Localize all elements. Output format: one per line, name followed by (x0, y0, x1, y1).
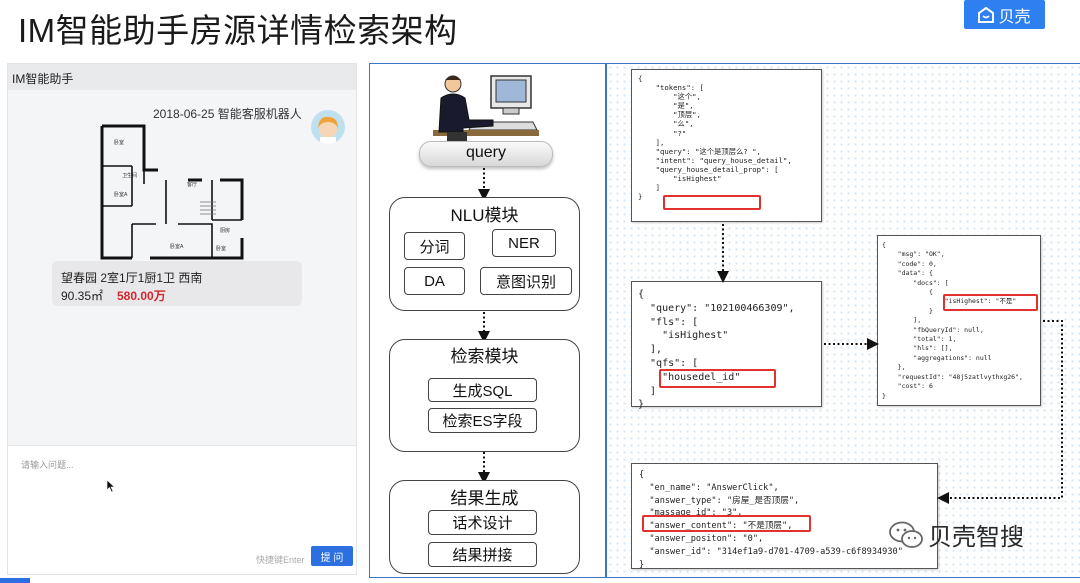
svg-text:卧室A: 卧室A (170, 243, 184, 250)
floor-plan-image: 卧室 卫生间 卧室A 客厅 厨房 卧室A 卧室 (100, 124, 244, 260)
listing-name: 望春园 2室1厅1厨1卫 西南 (61, 271, 203, 285)
svg-text:卧室A: 卧室A (114, 191, 128, 198)
slide-title: IM智能助手房源详情检索架构 (18, 12, 458, 49)
message-input-area[interactable]: 请输入问题... 快捷键Enter 提 问 (8, 445, 356, 574)
bot-avatar (311, 110, 345, 144)
nlu-module: NLU模块 分词 NER DA 意图识别 (389, 197, 580, 311)
nlu-module-title: NLU模块 (450, 206, 519, 225)
svg-text:卧室: 卧室 (114, 139, 124, 146)
search-module: 检索模块 生成SQL 检索ES字段 (389, 339, 580, 452)
brand-logo-text: 贝壳 (998, 8, 1031, 26)
listing-card[interactable]: 望春园 2室1厅1厨1卫 西南 90.35㎡ 580.00万 (52, 261, 302, 306)
svg-text:厨房: 厨房 (220, 227, 230, 234)
wechat-watermark: 贝壳智搜 (888, 517, 1024, 552)
response-design-box: 话术设计 (428, 510, 537, 535)
result-generation-module: 结果生成 话术设计 结果拼接 (389, 480, 580, 574)
house-icon (978, 6, 995, 23)
brand-logo: 贝壳 (964, 0, 1045, 29)
listing-price: 580.00万 (117, 289, 166, 303)
dialog-act-box: DA (404, 267, 465, 295)
ask-button[interactable]: 提 问 (311, 546, 353, 566)
result-generation-title: 结果生成 (450, 489, 519, 508)
generate-sql-box: 生成SQL (428, 378, 537, 402)
corner-accent (0, 578, 30, 583)
shortcut-hint: 快捷键Enter (256, 555, 305, 565)
mouse-cursor-icon (106, 479, 116, 493)
result-assembly-box: 结果拼接 (428, 542, 537, 567)
svg-text:卫生间: 卫生间 (122, 172, 137, 179)
tokenization-box: 分词 (404, 232, 465, 260)
processing-flow-panel: query NLU模块 分词 NER DA 意图识别 检索模块 生成SQL 检索… (369, 63, 606, 578)
avatar-face-icon (318, 116, 338, 144)
chat-header: IM智能助手 (8, 64, 356, 90)
search-module-title: 检索模块 (450, 347, 519, 366)
search-es-fields-box: 检索ES字段 (428, 408, 537, 433)
chat-screen-mockup: IM智能助手 2018-06-25 智能客服机器人 卧室 卫生间 卧室A 客厅 … (7, 63, 357, 575)
ner-box: NER (492, 229, 556, 257)
dataflow-connectors (717, 224, 1063, 504)
svg-text:卧室: 卧室 (216, 245, 226, 252)
chat-header-title: IM智能助手 (12, 72, 74, 86)
listing-area: 90.35㎡ (61, 289, 104, 303)
svg-text:客厅: 客厅 (187, 181, 197, 188)
json-dataflow-panel: { "tokens": [ "这个", "是", "顶层", "么", "?" … (606, 63, 1080, 578)
watermark-text: 贝壳智搜 (928, 524, 1024, 551)
question-input-placeholder[interactable]: 请输入问题... (21, 458, 74, 471)
wechat-icon (889, 521, 923, 548)
intent-recognition-box: 意图识别 (480, 267, 572, 295)
